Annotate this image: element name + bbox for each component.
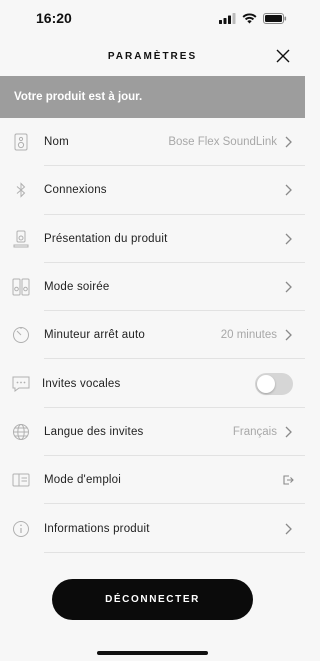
external-link-icon xyxy=(283,475,294,485)
status-icons xyxy=(219,12,287,24)
chevron-right-icon xyxy=(285,233,292,245)
settings-item-voice-prompts: Invites vocales xyxy=(0,359,305,408)
battery-icon xyxy=(263,12,287,24)
settings-item-party-mode[interactable]: Mode soirée xyxy=(0,263,305,312)
settings-item-label: Présentation du produit xyxy=(44,232,168,245)
home-indicator[interactable] xyxy=(97,651,208,655)
toggle-knob xyxy=(257,374,275,393)
globe-icon xyxy=(12,423,30,441)
settings-item-connections[interactable]: Connexions xyxy=(0,166,305,215)
settings-item-product-info[interactable]: Informations produit xyxy=(0,504,305,553)
settings-item-label: Langue des invites xyxy=(44,425,144,438)
settings-item-value: Français xyxy=(232,425,277,438)
settings-item-product-tour[interactable]: Présentation du produit xyxy=(0,215,305,263)
chevron-right-icon xyxy=(285,329,292,341)
speaker-icon xyxy=(12,133,30,151)
voice-prompts-toggle[interactable] xyxy=(255,372,293,395)
settings-item-label: Connexions xyxy=(44,184,107,197)
settings-item-label: Nom xyxy=(44,136,69,149)
settings-list: Nom Bose Flex SoundLink Connexions Prése xyxy=(0,118,305,553)
chevron-right-icon xyxy=(285,426,292,438)
product-stand-icon xyxy=(12,230,30,248)
status-bar: 16:20 xyxy=(0,0,305,36)
settings-item-label: Mode soirée xyxy=(44,281,110,294)
chevron-right-icon xyxy=(285,281,292,293)
settings-item-label: Informations produit xyxy=(44,522,150,535)
info-icon xyxy=(12,520,30,538)
settings-item-label: Minuteur arrêt auto xyxy=(44,329,145,342)
settings-item-prompt-language[interactable]: Langue des invites Français xyxy=(0,408,305,457)
timer-icon xyxy=(12,326,30,344)
settings-item-name[interactable]: Nom Bose Flex SoundLink xyxy=(0,118,305,167)
page-title: PARAMÈTRES xyxy=(107,50,198,62)
settings-item-value: Bose Flex SoundLink xyxy=(168,136,277,149)
settings-item-value: 20 minutes xyxy=(220,329,277,342)
cellular-signal-icon xyxy=(219,12,236,24)
chevron-right-icon xyxy=(285,184,292,196)
bluetooth-icon xyxy=(12,181,30,199)
close-icon xyxy=(276,49,290,63)
settings-item-label: Invites vocales xyxy=(42,377,121,390)
divider xyxy=(44,551,305,553)
book-icon xyxy=(12,471,30,489)
header: PARAMÈTRES xyxy=(0,36,305,76)
settings-item-user-manual[interactable]: Mode d'emploi xyxy=(0,456,305,505)
speech-bubble-icon xyxy=(12,375,30,393)
wifi-icon xyxy=(242,12,257,24)
party-speakers-icon xyxy=(12,278,30,296)
settings-item-label: Mode d'emploi xyxy=(44,474,122,487)
disconnect-button[interactable]: DÉCONNECTER xyxy=(52,579,253,620)
update-status-banner: Votre produit est à jour. xyxy=(0,76,305,118)
settings-item-auto-off-timer[interactable]: Minuteur arrêt auto 20 minutes xyxy=(0,311,305,360)
update-status-text: Votre produit est à jour. xyxy=(14,91,143,103)
status-time: 16:20 xyxy=(36,10,72,26)
close-button[interactable] xyxy=(273,46,293,66)
chevron-right-icon xyxy=(285,523,292,534)
chevron-right-icon xyxy=(285,136,292,148)
disconnect-label: DÉCONNECTER xyxy=(105,594,200,605)
